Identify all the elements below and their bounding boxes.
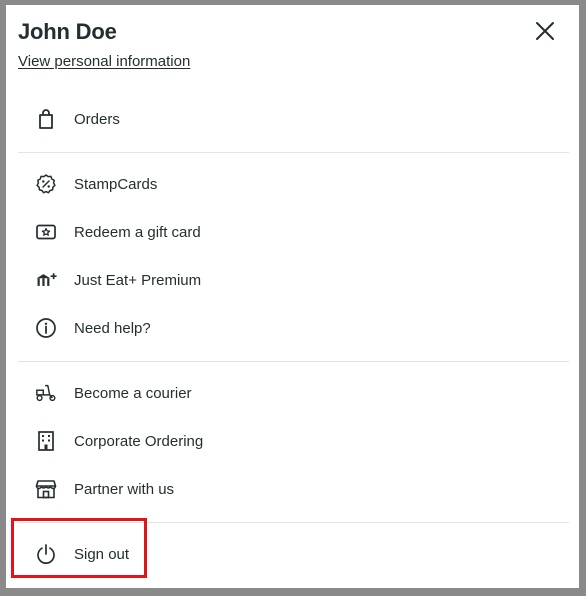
gift-card-icon bbox=[35, 221, 57, 243]
menu-item-become-courier[interactable]: Become a courier bbox=[18, 369, 569, 417]
menu-item-label: Just Eat+ Premium bbox=[74, 271, 202, 289]
close-icon bbox=[533, 19, 557, 43]
menu-item-orders[interactable]: Orders bbox=[18, 95, 569, 143]
menu-section-signout: Sign out bbox=[18, 530, 569, 578]
menu-item-label: Orders bbox=[74, 110, 120, 128]
storefront-icon bbox=[35, 478, 57, 500]
menu-item-redeem-gift-card[interactable]: Redeem a gift card bbox=[18, 208, 569, 256]
menu-item-label: Corporate Ordering bbox=[74, 432, 204, 450]
menu-item-label: Partner with us bbox=[74, 480, 175, 498]
account-menu-panel: John Doe View personal information Order… bbox=[6, 5, 579, 588]
menu-item-need-help[interactable]: Need help? bbox=[18, 304, 569, 352]
power-icon bbox=[35, 543, 57, 565]
menu-item-label: Need help? bbox=[74, 319, 151, 337]
menu-item-label: StampCards bbox=[74, 175, 158, 193]
view-personal-information-link[interactable]: View personal information bbox=[18, 53, 190, 70]
menu-section-business: Become a courier Corporate Ordering Part… bbox=[18, 369, 569, 513]
menu-item-label: Redeem a gift card bbox=[74, 223, 201, 241]
info-icon bbox=[35, 317, 57, 339]
divider bbox=[18, 361, 569, 362]
close-button[interactable] bbox=[533, 19, 557, 43]
building-icon bbox=[35, 430, 57, 452]
user-name: John Doe bbox=[18, 19, 117, 44]
premium-utensils-plus-icon bbox=[35, 269, 57, 291]
shopping-bag-icon bbox=[35, 108, 57, 130]
menu-item-partner-with-us[interactable]: Partner with us bbox=[18, 465, 569, 513]
menu-item-label: Sign out bbox=[74, 545, 130, 563]
scooter-icon bbox=[35, 382, 57, 404]
menu-item-corporate-ordering[interactable]: Corporate Ordering bbox=[18, 417, 569, 465]
divider bbox=[18, 152, 569, 153]
menu-section-services: StampCards Redeem a gift card Just Eat+ … bbox=[18, 160, 569, 352]
menu-section-orders: Orders bbox=[18, 95, 569, 143]
divider bbox=[18, 522, 569, 523]
menu-item-just-eat-premium[interactable]: Just Eat+ Premium bbox=[18, 256, 569, 304]
menu-item-stampcards[interactable]: StampCards bbox=[18, 160, 569, 208]
menu-item-label: Become a courier bbox=[74, 384, 192, 402]
stamp-discount-icon bbox=[35, 173, 57, 195]
menu-header: John Doe View personal information bbox=[18, 19, 579, 71]
sign-out-button[interactable]: Sign out bbox=[18, 530, 569, 578]
